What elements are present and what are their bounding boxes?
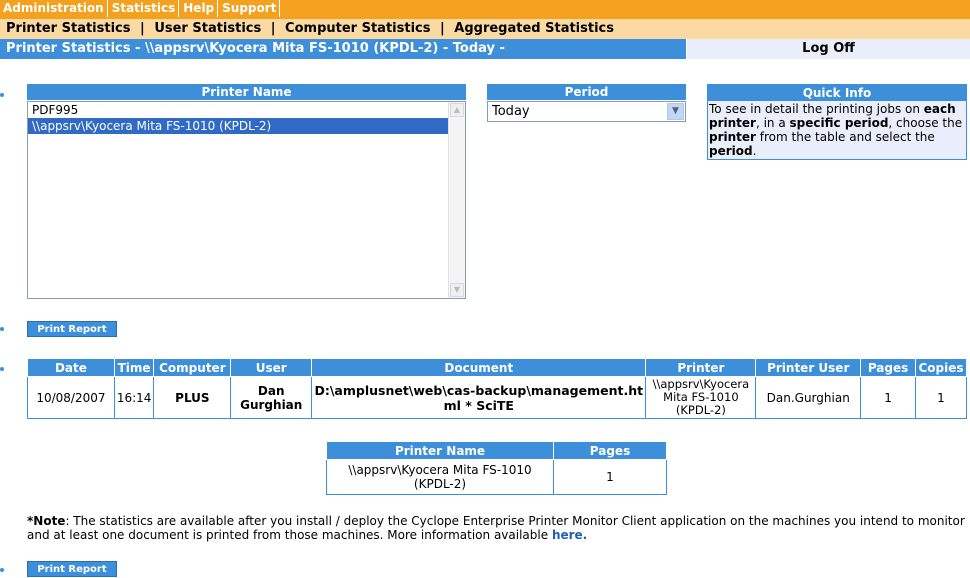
- subnav-computer-statistics[interactable]: Computer Statistics: [285, 21, 430, 36]
- table-row: 10/08/2007 16:14 PLUS Dan Gurghian D:\am…: [27, 376, 968, 419]
- note-label: *Note: [27, 514, 66, 528]
- quick-info-emphasis: specific period: [789, 116, 889, 130]
- table-header-row: Printer Name Pages: [326, 441, 667, 460]
- column-header-document: Document: [311, 358, 647, 377]
- more-info-link[interactable]: here.: [552, 528, 587, 542]
- subnav-printer-statistics[interactable]: Printer Statistics: [6, 21, 131, 36]
- column-header-printer-user: Printer User: [755, 358, 862, 377]
- quick-info-header: Quick Info: [708, 85, 966, 101]
- cell-copies: 1: [914, 376, 968, 419]
- scroll-down-icon[interactable]: ▼: [450, 283, 464, 297]
- print-report-button-bottom[interactable]: Print Report: [27, 561, 117, 577]
- subnav-separator: |: [140, 21, 145, 36]
- column-header-computer: Computer: [153, 358, 232, 377]
- listbox-scrollbar[interactable]: ▲ ▼: [448, 102, 465, 298]
- statistics-subnav: Printer Statistics | User Statistics | C…: [0, 19, 970, 39]
- quick-info-text-part: .: [752, 144, 757, 158]
- quick-info-text-part: from the table and select the: [755, 130, 935, 144]
- bullet-icon: [0, 327, 4, 331]
- page-title: Printer Statistics - \\appsrv\Kyocera Mi…: [0, 39, 686, 59]
- printer-list-item[interactable]: PDF995: [28, 102, 448, 118]
- menu-administration[interactable]: Administration: [0, 0, 108, 17]
- column-header-copies: Copies: [914, 358, 968, 377]
- subnav-separator: |: [270, 21, 276, 36]
- column-header-pages: Pages: [553, 441, 667, 460]
- column-header-printer-name: Printer Name: [326, 441, 554, 460]
- quick-info-text: To see in detail the printing jobs on ea…: [708, 101, 966, 158]
- subnav-aggregated-statistics[interactable]: Aggregated Statistics: [454, 21, 614, 36]
- quick-info-text-part: To see in detail the printing jobs on: [709, 102, 924, 116]
- cell-time: 16:14: [113, 376, 155, 419]
- column-header-pages: Pages: [860, 358, 916, 377]
- column-header-printer: Printer: [645, 358, 757, 377]
- top-menu-bar: Administration Statistics Help Support: [0, 0, 970, 19]
- cell-printer-name: \\appsrv\Kyocera Mita FS-1010 (KPDL-2): [326, 459, 554, 495]
- period-header: Period: [487, 84, 686, 100]
- cell-date: 10/08/2007: [27, 376, 115, 419]
- printer-summary-table: Printer Name Pages \\appsrv\Kyocera Mita…: [326, 441, 667, 495]
- quick-info-emphasis: period: [709, 144, 753, 158]
- printer-listbox[interactable]: PDF995 \\appsrv\Kyocera Mita FS-1010 (KP…: [27, 101, 466, 299]
- quick-info-box: Quick Info To see in detail the printing…: [707, 84, 967, 160]
- cell-pages: 1: [553, 459, 667, 495]
- subnav-separator: |: [440, 21, 445, 36]
- cell-pages: 1: [860, 376, 916, 419]
- printer-name-header: Printer Name: [27, 84, 466, 100]
- quick-info-text-part: , choose the: [888, 116, 963, 130]
- period-value: Today: [492, 104, 530, 119]
- column-header-date: Date: [27, 358, 115, 377]
- menu-statistics[interactable]: Statistics: [109, 0, 180, 17]
- menu-support[interactable]: Support: [219, 0, 281, 17]
- table-row: \\appsrv\Kyocera Mita FS-1010 (KPDL-2) 1: [326, 459, 667, 495]
- footnote: *Note: The statistics are available afte…: [27, 514, 967, 542]
- note-text: : The statistics are available after you…: [27, 514, 965, 542]
- quick-info-emphasis: printer: [709, 130, 756, 144]
- cell-user: Dan Gurghian: [230, 376, 313, 419]
- log-off-button[interactable]: Log Off: [687, 39, 970, 59]
- scroll-up-icon[interactable]: ▲: [450, 103, 464, 117]
- bullet-icon: [0, 568, 4, 572]
- print-report-button[interactable]: Print Report: [27, 321, 117, 337]
- printer-list-item-selected[interactable]: \\appsrv\Kyocera Mita FS-1010 (KPDL-2): [28, 118, 448, 134]
- table-header-row: Date Time Computer User Document Printer…: [27, 358, 968, 377]
- cell-printer-user: Dan.Gurghian: [755, 376, 862, 419]
- bullet-icon: [0, 367, 4, 371]
- column-header-time: Time: [113, 358, 155, 377]
- period-select[interactable]: Today ▼: [487, 101, 686, 122]
- cell-printer: \\appsrv\Kyocera Mita FS-1010 (KPDL-2): [645, 376, 757, 419]
- chevron-down-icon[interactable]: ▼: [667, 103, 684, 120]
- quick-info-text-part: , in a: [755, 116, 790, 130]
- subnav-user-statistics[interactable]: User Statistics: [154, 21, 261, 36]
- cell-document: D:\amplusnet\web\cas-backup\management.h…: [311, 376, 647, 419]
- bullet-icon: [0, 93, 4, 97]
- column-header-user: User: [230, 358, 313, 377]
- cell-computer: PLUS: [153, 376, 232, 419]
- menu-help[interactable]: Help: [180, 0, 219, 17]
- print-jobs-table: Date Time Computer User Document Printer…: [27, 358, 968, 419]
